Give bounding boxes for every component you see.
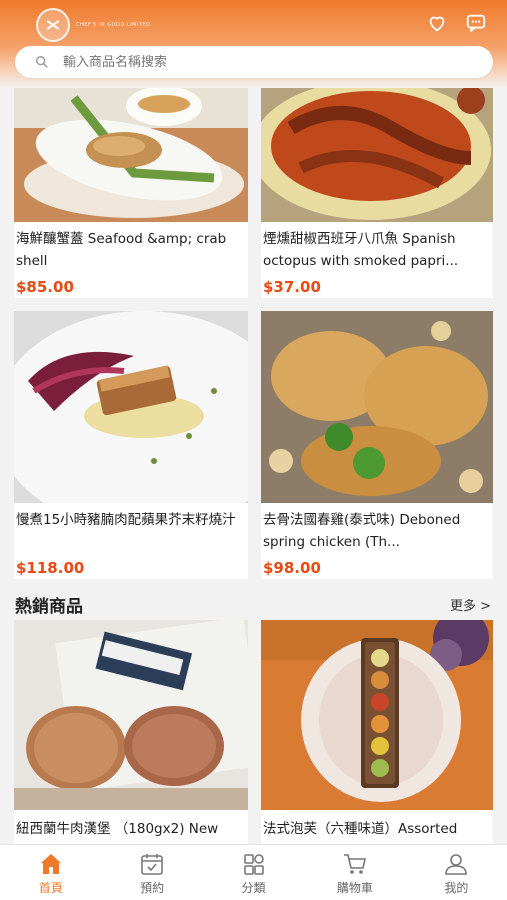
calendar-check-icon (139, 852, 165, 876)
product-image (261, 88, 493, 222)
home-icon (38, 852, 64, 876)
logo-icon (36, 8, 70, 42)
more-link[interactable]: 更多 > (450, 595, 491, 614)
search-input[interactable] (63, 54, 443, 70)
app-header: CHEF'S IN GOOD LIMITED (0, 0, 507, 88)
tab-label: 分類 (241, 881, 266, 895)
tab-label: 預約 (140, 881, 165, 895)
cart-icon (342, 852, 368, 876)
product-card[interactable]: 慢煮15小時豬腩肉配蘋果芥末籽燒汁 $118.00 (14, 311, 248, 579)
heart-icon[interactable] (426, 12, 448, 34)
product-price: $118.00 (16, 559, 85, 577)
product-card[interactable]: 去骨法國春雞(泰式味) Deboned spring chicken (Th..… (261, 311, 493, 579)
search-bar[interactable] (15, 46, 493, 78)
tab-profile[interactable]: 我的 (406, 845, 507, 900)
product-card[interactable]: 煙燻甜椒西班牙八爪魚 Spanish octopus with smoked p… (261, 88, 493, 298)
user-icon (443, 852, 469, 876)
product-image (14, 620, 248, 810)
chat-icon[interactable] (465, 12, 487, 34)
hot-product-card[interactable]: 法式泡芙（六種味道）Assorted (261, 620, 493, 844)
logo-text: CHEF'S IN GOOD LIMITED (76, 22, 151, 28)
hot-product-card[interactable]: 紐西蘭牛肉漢堡 （180gx2) New (14, 620, 248, 844)
section-title: 熱銷商品 (15, 597, 83, 617)
product-price: $85.00 (16, 278, 74, 296)
tab-label: 首頁 (38, 881, 63, 895)
product-price: $98.00 (263, 559, 321, 577)
product-name: 煙燻甜椒西班牙八爪魚 Spanish octopus with smoked p… (263, 231, 459, 269)
product-name: 法式泡芙（六種味道）Assorted (263, 821, 458, 837)
product-name: 慢煮15小時豬腩肉配蘋果芥末籽燒汁 (16, 512, 236, 528)
search-icon (35, 55, 49, 69)
category-grid-icon (241, 852, 267, 876)
product-image (261, 311, 493, 503)
product-image (14, 311, 248, 503)
bottom-tab-bar: 首頁 預約 分類 購物車 我的 (0, 844, 507, 900)
product-name: 紐西蘭牛肉漢堡 （180gx2) New (16, 821, 219, 837)
brand-logo: CHEF'S IN GOOD LIMITED (36, 8, 151, 42)
tab-label: 購物車 (336, 881, 373, 895)
product-name: 海鮮釀蟹蓋 Seafood &amp; crab shell (16, 231, 227, 269)
tab-cart[interactable]: 購物車 (304, 845, 405, 900)
tab-home[interactable]: 首頁 (0, 845, 101, 900)
product-name: 去骨法國春雞(泰式味) Deboned spring chicken (Th..… (263, 512, 461, 550)
product-price: $37.00 (263, 278, 321, 296)
tab-label: 我的 (444, 881, 469, 895)
tab-booking[interactable]: 預約 (101, 845, 202, 900)
product-image (14, 88, 248, 222)
product-image (261, 620, 493, 810)
tab-category[interactable]: 分類 (203, 845, 304, 900)
product-card[interactable]: 海鮮釀蟹蓋 Seafood &amp; crab shell $85.00 (14, 88, 248, 298)
